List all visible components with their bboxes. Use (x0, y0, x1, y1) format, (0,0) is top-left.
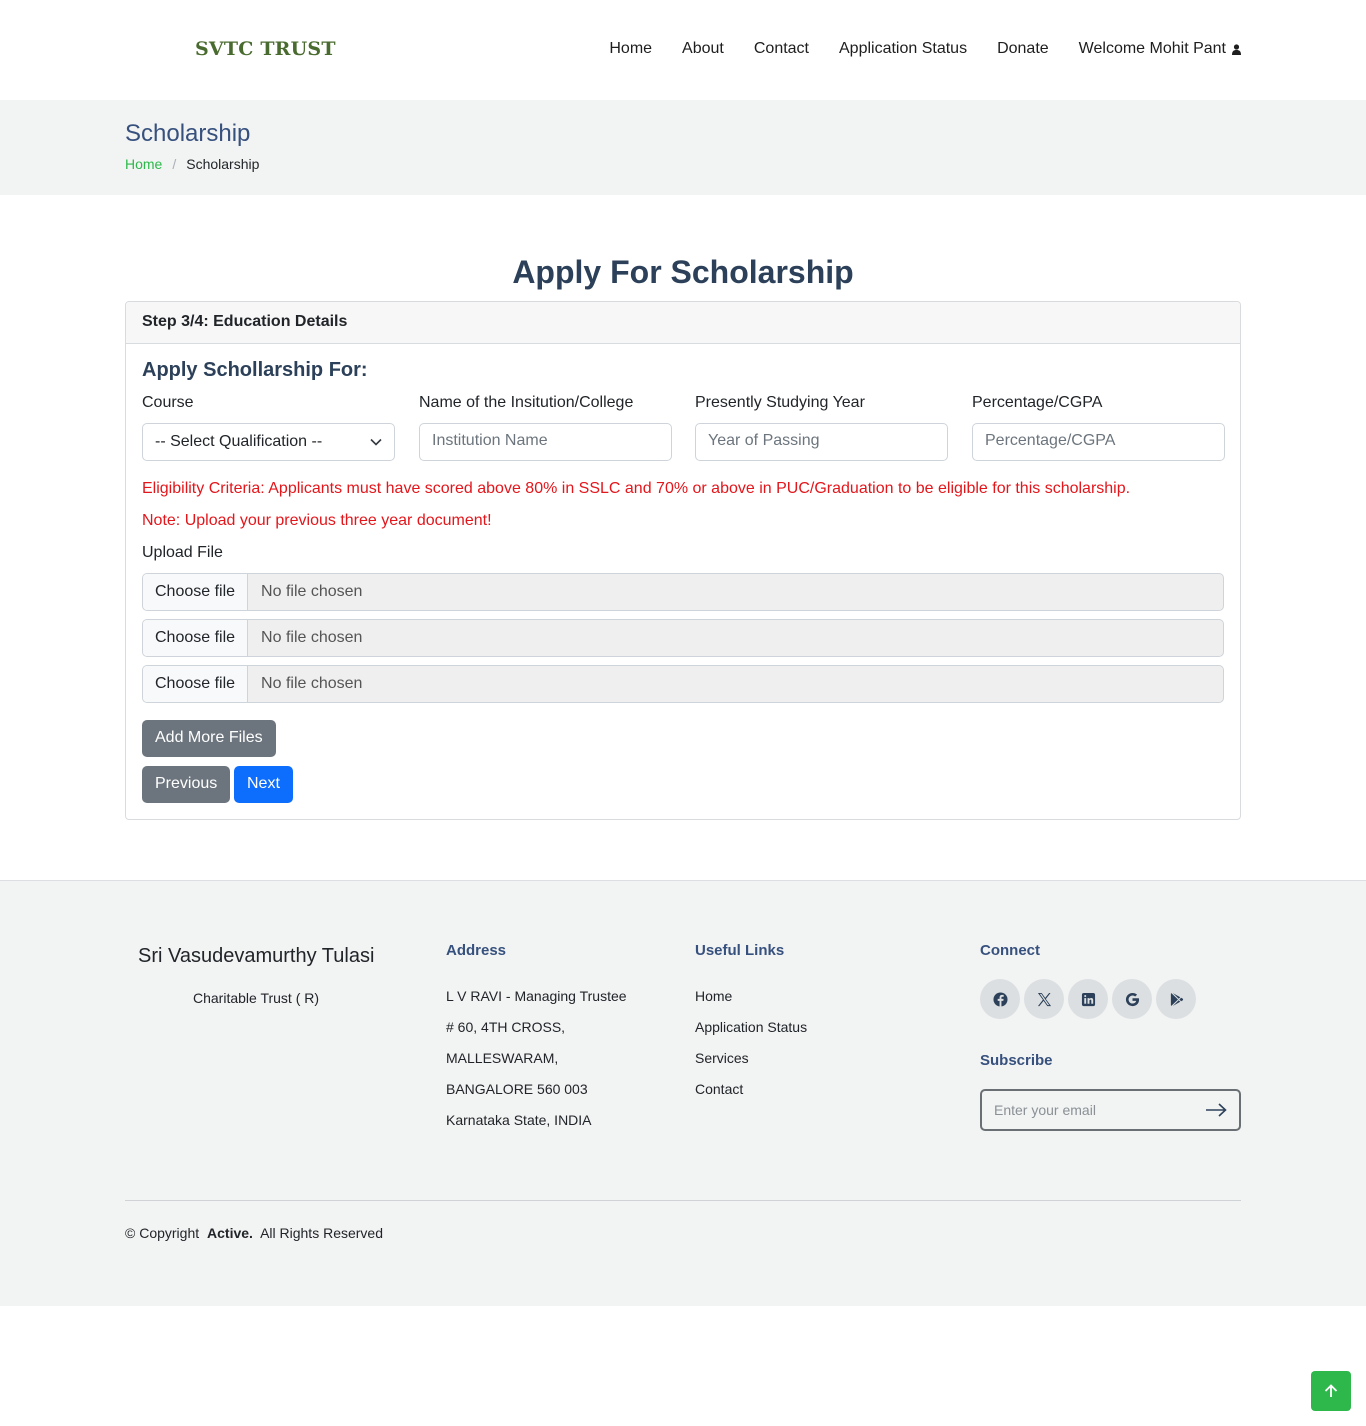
nav-home[interactable]: Home (609, 40, 652, 58)
page-title: Scholarship (125, 120, 251, 147)
nav-contact[interactable]: Contact (754, 40, 809, 58)
step-header: Step 3/4: Education Details (126, 302, 1240, 344)
studying-year-label: Presently Studying Year (695, 394, 865, 411)
upload-note: Note: Upload your previous three year do… (142, 512, 492, 529)
copyright-brand: Active. (207, 1225, 253, 1241)
scholarship-form-card: Step 3/4: Education Details Apply Scholl… (125, 301, 1241, 820)
subscribe-email-input[interactable]: Enter your email (994, 1102, 1096, 1118)
x-twitter-icon[interactable] (1024, 979, 1064, 1019)
linkedin-icon[interactable] (1068, 979, 1108, 1019)
social-links (980, 979, 1196, 1019)
useful-links-heading: Useful Links (695, 942, 785, 959)
file-status: No file chosen (261, 583, 363, 600)
nav-application-status[interactable]: Application Status (839, 40, 967, 58)
file-input-2[interactable]: Choose file No file chosen (142, 619, 1224, 657)
form-title: Apply For Scholarship (512, 254, 854, 290)
address-block: L V RAVI - Managing Trustee # 60, 4TH CR… (446, 981, 627, 1136)
footer-brand-sub: Charitable Trust ( R) (193, 990, 320, 1006)
footer-link-home[interactable]: Home (695, 981, 807, 1012)
course-select[interactable]: -- Select Qualification -- (142, 423, 395, 461)
section-title: Apply Schollarship For: (142, 359, 368, 381)
site-header: SVTC TRUST Home About Contact Applicatio… (0, 0, 1366, 100)
choose-file-button[interactable]: Choose file (143, 574, 249, 610)
footer-divider (125, 1200, 1241, 1201)
footer-brand: Sri Vasudevamurthy Tulasi (138, 945, 375, 967)
copyright-prefix: © Copyright (125, 1225, 200, 1241)
user-greeting: Welcome Mohit Pant (1078, 40, 1226, 57)
chevron-down-icon (370, 438, 382, 446)
main-nav: Home About Contact Application Status Do… (609, 40, 1241, 58)
breadcrumb-separator: / (172, 156, 177, 172)
arrow-right-icon[interactable] (1205, 1103, 1227, 1117)
subscribe-form[interactable]: Enter your email (980, 1089, 1241, 1131)
nav-about[interactable]: About (682, 40, 724, 58)
file-status: No file chosen (261, 629, 363, 646)
address-line: # 60, 4TH CROSS, (446, 1019, 566, 1035)
google-play-icon[interactable] (1156, 979, 1196, 1019)
nav-donate[interactable]: Donate (997, 40, 1049, 58)
copyright-suffix: All Rights Reserved (260, 1225, 383, 1241)
breadcrumb-home[interactable]: Home (125, 156, 162, 172)
file-status: No file chosen (261, 675, 363, 692)
footer-link-contact[interactable]: Contact (695, 1074, 807, 1105)
address-line: Karnataka State, INDIA (446, 1112, 592, 1128)
previous-button[interactable]: Previous (142, 766, 231, 803)
institution-label: Name of the Insitution/College (419, 394, 634, 411)
choose-file-button[interactable]: Choose file (143, 666, 249, 702)
upload-label: Upload File (142, 544, 223, 561)
institution-input[interactable]: Institution Name (419, 423, 672, 461)
nav-user-menu[interactable]: Welcome Mohit Pant (1079, 40, 1241, 58)
address-line: BANGALORE 560 003 (446, 1081, 588, 1097)
connect-heading: Connect (980, 942, 1040, 959)
percentage-label: Percentage/CGPA (972, 394, 1103, 411)
google-icon[interactable] (1112, 979, 1152, 1019)
next-button[interactable]: Next (234, 766, 293, 803)
footer-link-services[interactable]: Services (695, 1043, 807, 1074)
breadcrumb-current: Scholarship (186, 156, 260, 172)
arrow-up-icon (1324, 1384, 1338, 1397)
file-input-3[interactable]: Choose file No file chosen (142, 665, 1224, 703)
address-line: L V RAVI - Managing Trustee (446, 988, 627, 1004)
file-input-1[interactable]: Choose file No file chosen (142, 573, 1224, 611)
copyright: © Copyright Active. All Rights Reserved (125, 1225, 383, 1241)
breadcrumb: Home / Scholarship (125, 156, 259, 172)
user-icon (1232, 43, 1241, 55)
course-select-value: -- Select Qualification -- (155, 433, 323, 450)
eligibility-criteria: Eligibility Criteria: Applicants must ha… (142, 480, 1131, 497)
footer-link-application-status[interactable]: Application Status (695, 1012, 807, 1043)
address-line: MALLESWARAM, (446, 1050, 559, 1066)
site-logo[interactable]: SVTC TRUST (195, 38, 336, 60)
percentage-input[interactable]: Percentage/CGPA (972, 423, 1225, 461)
choose-file-button[interactable]: Choose file (143, 620, 249, 656)
facebook-icon[interactable] (980, 979, 1020, 1019)
studying-year-input[interactable]: Year of Passing (695, 423, 948, 461)
site-footer: Sri Vasudevamurthy Tulasi Charitable Tru… (0, 880, 1366, 1306)
add-more-files-button[interactable]: Add More Files (142, 720, 276, 757)
course-label: Course (142, 394, 194, 411)
back-to-top-button[interactable] (1311, 1371, 1351, 1411)
useful-links: Home Application Status Services Contact (695, 981, 807, 1105)
subscribe-heading: Subscribe (980, 1052, 1053, 1069)
page-title-bar: Scholarship Home / Scholarship (0, 100, 1366, 195)
address-heading: Address (446, 942, 507, 959)
